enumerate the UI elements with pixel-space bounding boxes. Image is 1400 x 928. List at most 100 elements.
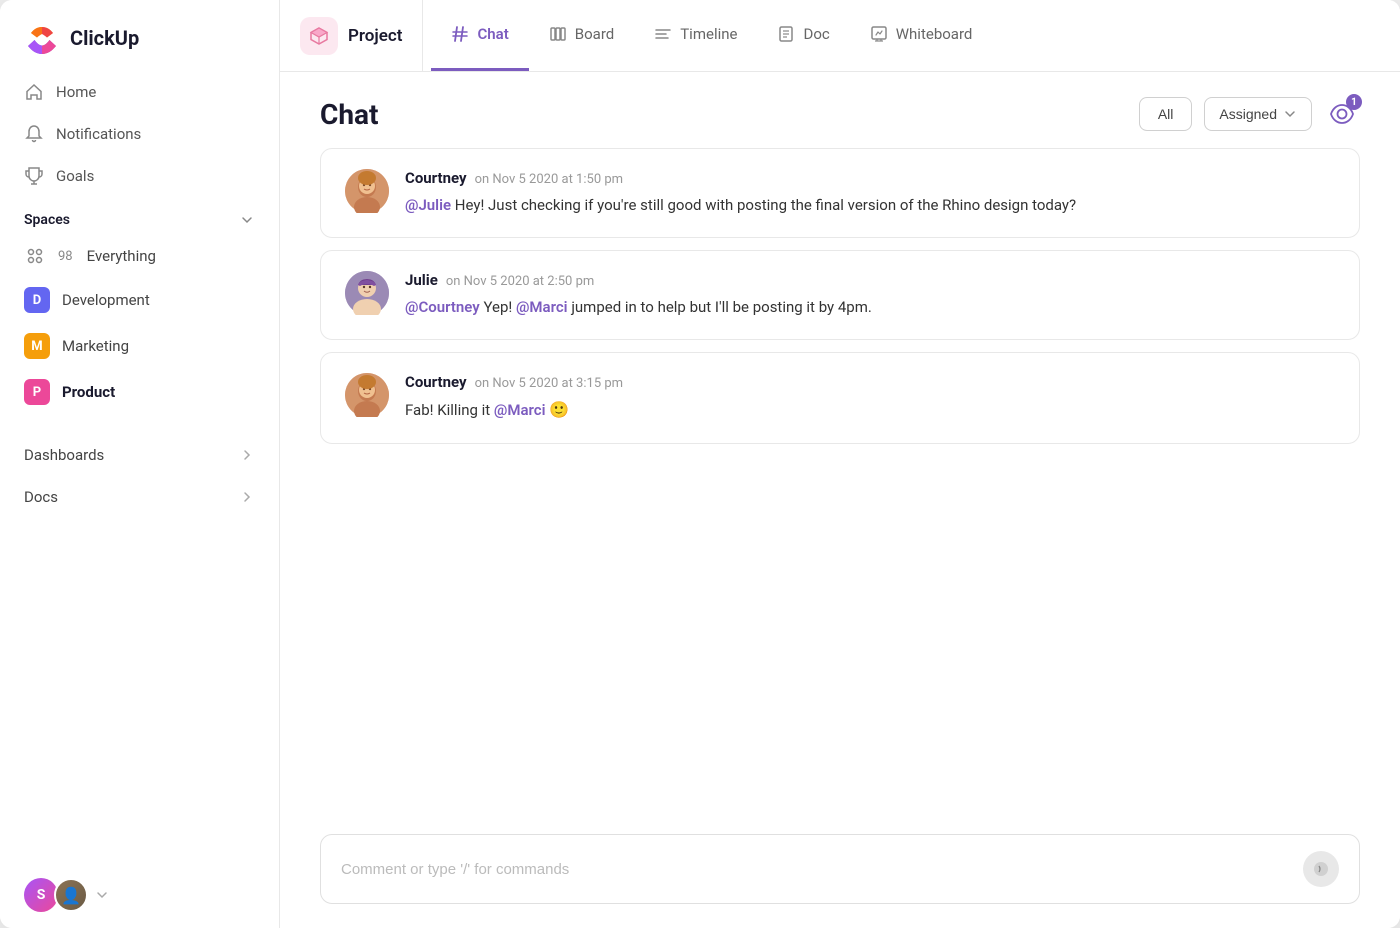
project-box-icon: [308, 25, 330, 47]
user-avatar-group: S 👤: [24, 878, 88, 912]
message-card: Julie on Nov 5 2020 at 2:50 pm @Courtney…: [320, 250, 1360, 340]
sidebar-item-marketing[interactable]: M Marketing: [12, 324, 267, 368]
message-author: Courtney: [405, 169, 467, 187]
spaces-header: Spaces: [0, 196, 279, 236]
tab-board[interactable]: Board: [529, 0, 634, 71]
tab-label: Chat: [477, 25, 508, 43]
comment-send-button[interactable]: [1303, 851, 1339, 887]
sidebar-nav: Home Notifications Goals: [0, 72, 279, 196]
avatar-courtney: [345, 373, 389, 417]
mention2: @Marci: [516, 298, 568, 316]
timeline-icon: [654, 25, 672, 43]
hash-icon: [451, 25, 469, 43]
message-text: Fab! Killing it @Marci 🙂: [405, 397, 1335, 423]
project-tab[interactable]: Project: [300, 0, 423, 71]
home-icon: [24, 82, 44, 102]
mention: @Courtney: [405, 298, 480, 316]
chevron-down-icon: [1283, 107, 1297, 121]
app-window: ClickUp Home Notifications: [0, 0, 1400, 928]
tab-doc[interactable]: Doc: [757, 0, 849, 71]
julie-avatar-img: [345, 271, 389, 315]
message-text: @Julie Hey! Just checking if you're stil…: [405, 193, 1335, 217]
sidebar-item-everything[interactable]: 98 Everything: [12, 236, 267, 276]
avatar-julie: [345, 271, 389, 315]
sidebar-bottom-section: Dashboards Docs: [0, 434, 279, 518]
everything-count: 98: [58, 249, 73, 264]
tab-label: Doc: [803, 25, 829, 43]
tab-label: Board: [575, 25, 614, 43]
message-body: Julie on Nov 5 2020 at 2:50 pm @Courtney…: [405, 271, 1335, 319]
message-body: Courtney on Nov 5 2020 at 1:50 pm @Julie…: [405, 169, 1335, 217]
sidebar-item-label: Dashboards: [24, 446, 104, 464]
send-icon: [1312, 860, 1330, 878]
message-text: @Courtney Yep! @Marci jumped in to help …: [405, 295, 1335, 319]
product-badge: P: [24, 379, 50, 405]
spaces-label: Spaces: [24, 212, 70, 228]
filter-assigned-button[interactable]: Assigned: [1204, 97, 1312, 131]
avatar-courtney: [345, 169, 389, 213]
main-content: Project Chat: [280, 0, 1400, 928]
courtney-avatar-img: [345, 169, 389, 213]
message-author: Courtney: [405, 373, 467, 391]
comment-input[interactable]: [341, 861, 1303, 878]
spaces-list: 98 Everything D Development M Marketing …: [0, 236, 279, 414]
everything-icon: [24, 245, 46, 267]
message-card: Courtney on Nov 5 2020 at 3:15 pm Fab! K…: [320, 352, 1360, 444]
logo: ClickUp: [0, 0, 279, 72]
doc-icon: [777, 25, 795, 43]
sidebar-item-goals[interactable]: Goals: [12, 156, 267, 196]
watch-button[interactable]: 1: [1324, 96, 1360, 132]
emoji: 🙂: [549, 400, 569, 419]
sidebar-item-label: Product: [62, 383, 115, 401]
message-card: Courtney on Nov 5 2020 at 1:50 pm @Julie…: [320, 148, 1360, 238]
project-icon-wrap: [300, 17, 338, 55]
tab-whiteboard[interactable]: Whiteboard: [850, 0, 993, 71]
chat-area: Chat All Assigned 1: [280, 72, 1400, 928]
bell-icon: [24, 124, 44, 144]
logo-text: ClickUp: [70, 26, 139, 50]
project-label: Project: [348, 26, 402, 46]
top-nav: Project Chat: [280, 0, 1400, 72]
chevron-down-small-icon[interactable]: [96, 889, 108, 901]
sidebar-item-notifications[interactable]: Notifications: [12, 114, 267, 154]
filter-all-button[interactable]: All: [1139, 97, 1193, 131]
comment-box: [320, 834, 1360, 904]
chevron-down-icon[interactable]: [239, 212, 255, 228]
message-header: Courtney on Nov 5 2020 at 1:50 pm: [405, 169, 1335, 187]
message-time: on Nov 5 2020 at 2:50 pm: [446, 274, 594, 289]
mention: @Marci: [494, 401, 546, 419]
sidebar-item-docs[interactable]: Docs: [12, 476, 267, 518]
message-time: on Nov 5 2020 at 1:50 pm: [475, 172, 623, 187]
sidebar-item-development[interactable]: D Development: [12, 278, 267, 322]
message-header: Courtney on Nov 5 2020 at 3:15 pm: [405, 373, 1335, 391]
trophy-icon: [24, 166, 44, 186]
tab-label: Whiteboard: [896, 25, 973, 43]
filter-assigned-label: Assigned: [1219, 106, 1277, 122]
avatar-s: S: [24, 878, 58, 912]
messages-area: Courtney on Nov 5 2020 at 1:50 pm @Julie…: [280, 148, 1400, 818]
sidebar-item-home[interactable]: Home: [12, 72, 267, 112]
chat-header: Chat All Assigned 1: [280, 72, 1400, 148]
sidebar-item-label: Development: [62, 291, 150, 309]
sidebar: ClickUp Home Notifications: [0, 0, 280, 928]
tab-chat[interactable]: Chat: [431, 0, 528, 71]
development-badge: D: [24, 287, 50, 313]
sidebar-item-label: Goals: [56, 167, 94, 185]
board-icon: [549, 25, 567, 43]
comment-area: [280, 818, 1400, 928]
sidebar-item-product[interactable]: P Product: [12, 370, 267, 414]
sidebar-item-label: Marketing: [62, 337, 129, 355]
avatar-user2: 👤: [54, 878, 88, 912]
chat-header-right: All Assigned 1: [1139, 96, 1360, 132]
message-time: on Nov 5 2020 at 3:15 pm: [475, 376, 623, 391]
message-header: Julie on Nov 5 2020 at 2:50 pm: [405, 271, 1335, 289]
message-author: Julie: [405, 271, 438, 289]
marketing-badge: M: [24, 333, 50, 359]
tab-label: Timeline: [680, 25, 737, 43]
message-body: Courtney on Nov 5 2020 at 3:15 pm Fab! K…: [405, 373, 1335, 423]
tab-timeline[interactable]: Timeline: [634, 0, 757, 71]
sidebar-item-label: Notifications: [56, 125, 141, 143]
nav-tabs: Chat Board: [431, 0, 1380, 71]
sidebar-item-label: Docs: [24, 488, 58, 506]
sidebar-item-dashboards[interactable]: Dashboards: [12, 434, 267, 476]
